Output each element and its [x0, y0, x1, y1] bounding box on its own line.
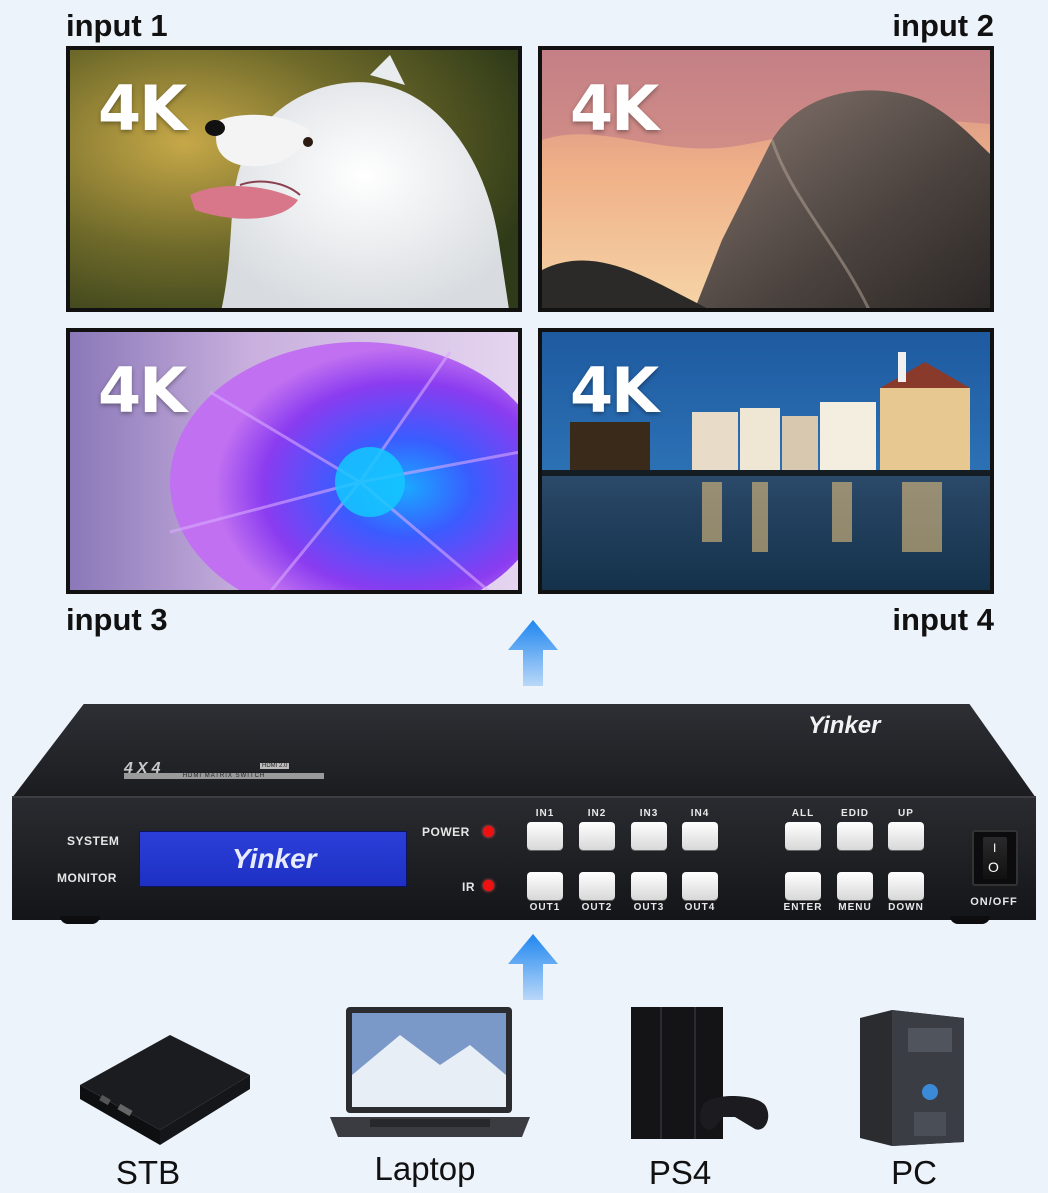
input-3-screen: 4K	[66, 328, 522, 594]
all-button[interactable]	[785, 822, 821, 850]
ir-led	[483, 880, 494, 891]
system-label: SYSTEM	[67, 834, 120, 848]
up-button[interactable]	[888, 822, 924, 850]
pc-icon	[860, 1010, 964, 1146]
brand-logo: Yinker	[808, 712, 881, 739]
edid-button[interactable]	[837, 822, 873, 850]
source-label-stb: STB	[115, 1154, 181, 1191]
switch-on-mark: I	[993, 841, 997, 855]
source-label-laptop: Laptop	[374, 1150, 476, 1187]
out1-button[interactable]	[527, 872, 563, 900]
input-1-screen: 4K	[66, 46, 522, 312]
in3-button[interactable]	[631, 822, 667, 850]
power-led	[483, 826, 494, 837]
in1-label: IN1	[535, 808, 555, 819]
source-label-ps4: PS4	[648, 1154, 712, 1191]
all-label: ALL	[791, 808, 815, 819]
laptop-icon	[330, 1007, 530, 1137]
lcd-text: Yinker	[232, 843, 317, 874]
out4-label: OUT4	[684, 902, 716, 913]
input-4-screen: 4K	[538, 328, 994, 594]
down-button[interactable]	[888, 872, 924, 900]
input-3-label: input 3	[66, 602, 168, 637]
model-badge-small: HDMI 2.0	[260, 763, 290, 769]
out2-button[interactable]	[579, 872, 615, 900]
power-switch-rocker[interactable]: I O	[983, 837, 1007, 879]
input-2-screen: 4K	[538, 46, 994, 312]
up-label: UP	[898, 808, 914, 819]
ps4-icon	[631, 1007, 769, 1139]
stb-icon	[80, 1035, 250, 1145]
4k-badge: 4K	[98, 354, 187, 427]
power-switch[interactable]: I O	[972, 830, 1018, 886]
out1-label: OUT1	[529, 902, 561, 913]
4k-badge: 4K	[570, 72, 659, 145]
out2-label: OUT2	[581, 902, 613, 913]
monitor-label: MONITOR	[57, 871, 117, 885]
switch-off-mark: O	[988, 859, 999, 875]
down-label: DOWN	[888, 902, 924, 913]
4k-badge: 4K	[98, 72, 187, 145]
ir-label: IR	[462, 880, 475, 894]
power-label: POWER	[422, 825, 470, 839]
device-foot	[950, 916, 990, 924]
arrow-up-icon	[508, 934, 558, 1000]
in4-label: IN4	[690, 808, 710, 819]
onoff-label: ON/OFF	[970, 896, 1018, 908]
lcd-display: Yinker	[139, 831, 407, 887]
source-label-pc: PC	[891, 1154, 937, 1191]
input-2-label: input 2	[892, 8, 994, 43]
matrix-switch-top	[12, 704, 1036, 798]
enter-label: ENTER	[783, 902, 823, 913]
input-4-label: input 4	[892, 602, 994, 637]
input-1-label: input 1	[66, 8, 168, 43]
enter-button[interactable]	[785, 872, 821, 900]
model-badge-sub: HDMI MATRIX SWITCH	[124, 773, 324, 779]
in4-button[interactable]	[682, 822, 718, 850]
in1-button[interactable]	[527, 822, 563, 850]
out4-button[interactable]	[682, 872, 718, 900]
arrow-up-icon	[508, 620, 558, 686]
device-foot	[60, 916, 100, 924]
menu-button[interactable]	[837, 872, 873, 900]
in2-label: IN2	[587, 808, 607, 819]
out3-button[interactable]	[631, 872, 667, 900]
4k-badge: 4K	[570, 354, 659, 427]
in2-button[interactable]	[579, 822, 615, 850]
model-badge: 4X4 HDMI 2.0 HDMI MATRIX SWITCH	[124, 760, 324, 779]
